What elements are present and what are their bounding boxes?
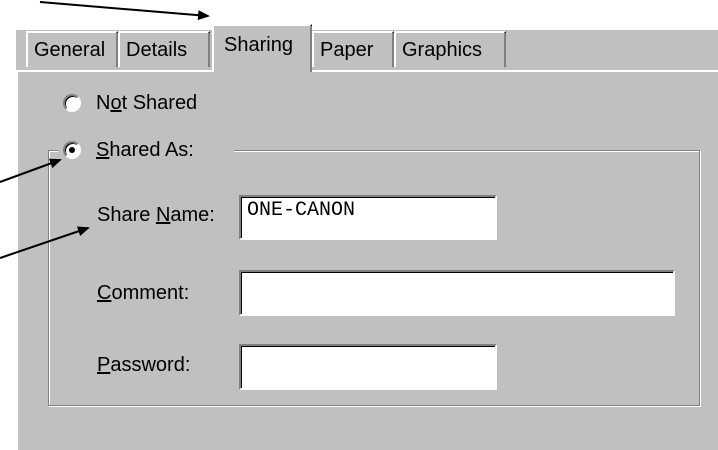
annotation-arrows [0,1,210,259]
arrow-to-shared-as [0,158,62,183]
arrow-to-share-name [0,226,90,259]
arrow-to-sharing-tab [39,1,210,21]
